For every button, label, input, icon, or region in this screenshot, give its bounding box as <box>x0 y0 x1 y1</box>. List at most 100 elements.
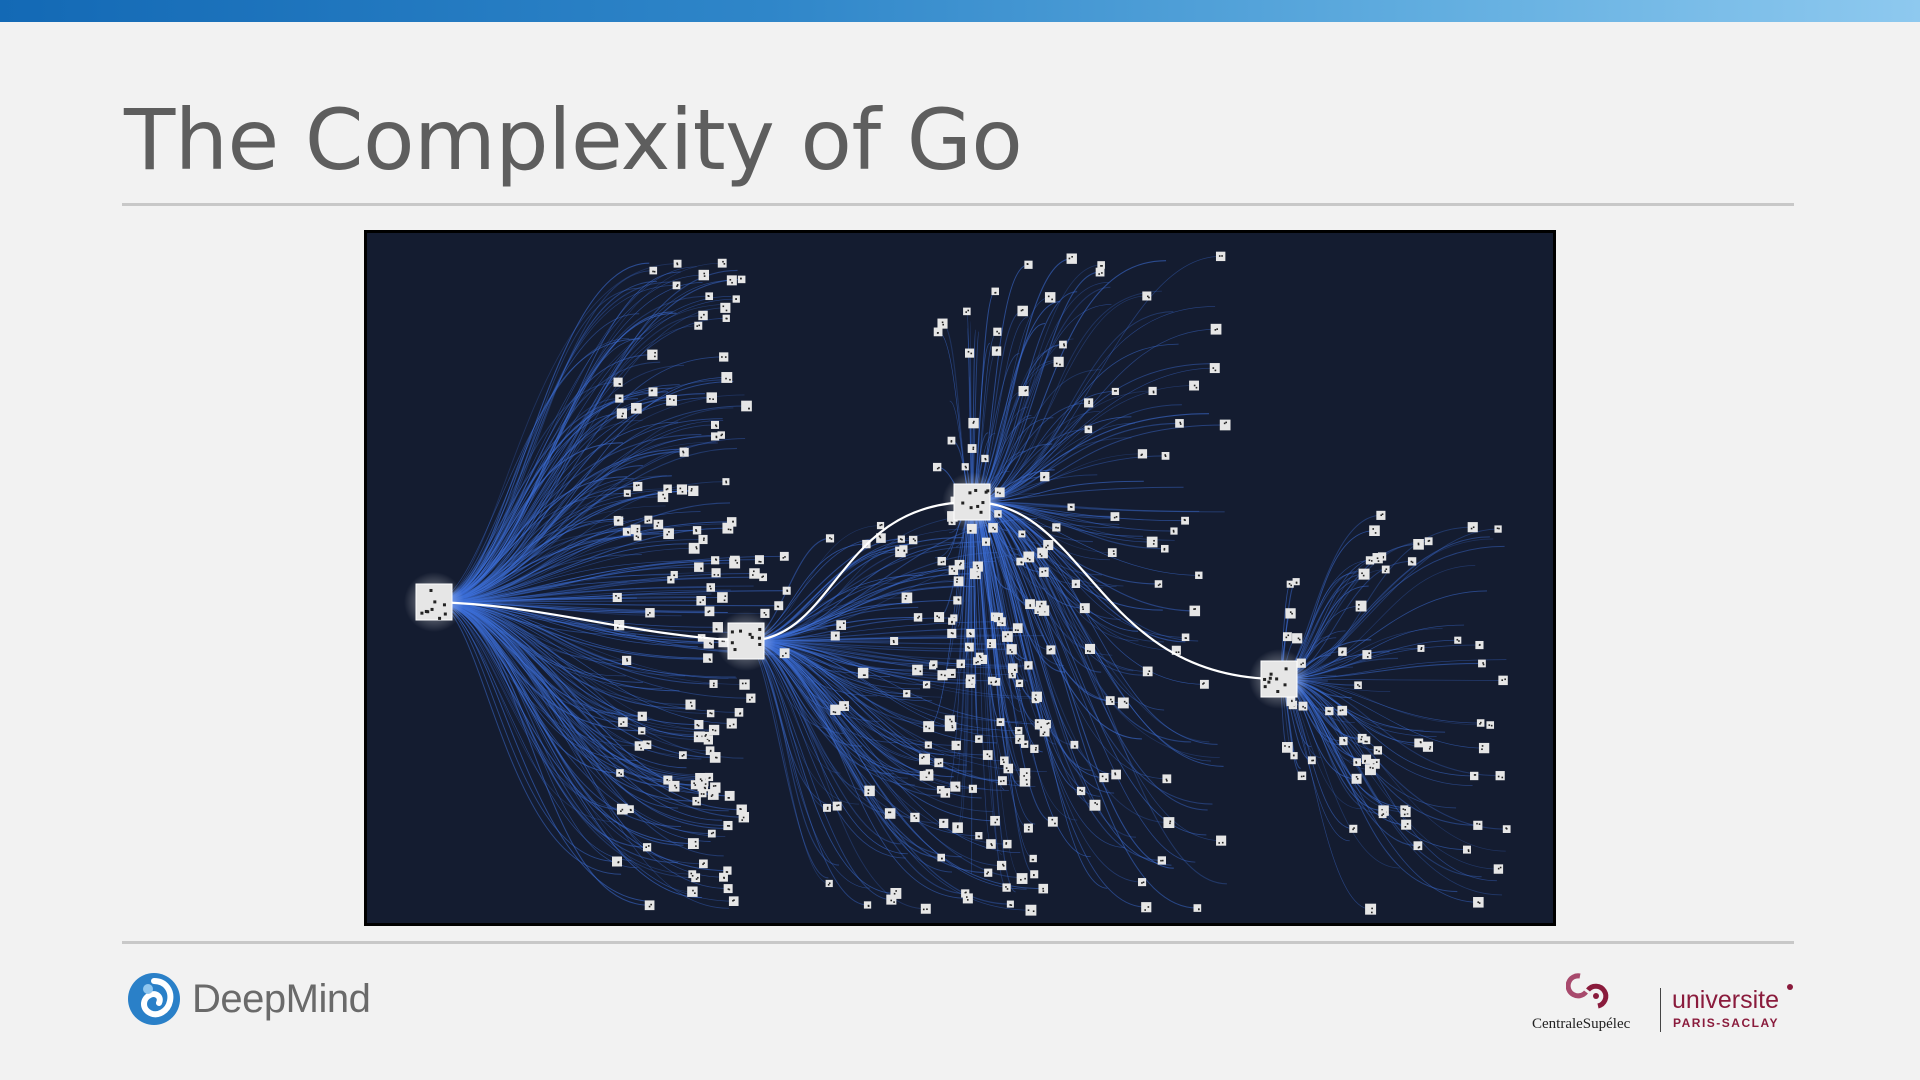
leaf-board <box>984 868 993 877</box>
leaf-board <box>1353 758 1361 766</box>
leaf-board <box>702 731 710 739</box>
leaf-board <box>908 535 918 545</box>
leaf-board <box>1181 516 1189 525</box>
leaf-board <box>698 789 707 798</box>
leaf-board <box>1066 253 1077 264</box>
leaf-board <box>705 292 714 301</box>
leaf-board <box>706 392 717 403</box>
leaf-board <box>966 628 975 638</box>
hub-board-3 <box>953 483 991 521</box>
leaf-board <box>687 838 699 850</box>
leaf-board <box>947 628 957 638</box>
leaf-board <box>1025 599 1035 610</box>
leaf-board <box>729 557 741 569</box>
leaf-board <box>1024 260 1033 269</box>
leaf-board <box>997 776 1007 786</box>
leaf-board <box>734 708 744 717</box>
leaf-board <box>1362 650 1372 660</box>
leaf-board <box>667 576 675 584</box>
leaf-board <box>722 478 730 486</box>
leaf-board <box>1030 744 1039 753</box>
leaf-board <box>645 608 655 618</box>
leaf-board <box>1486 721 1495 729</box>
leaf-board <box>937 556 946 566</box>
leaf-board <box>622 655 632 666</box>
leaf-board <box>1378 810 1387 819</box>
leaf-board <box>825 534 835 543</box>
leaf-board <box>699 859 708 869</box>
leaf-board <box>975 832 983 840</box>
leaf-board <box>638 727 646 735</box>
leaf-board <box>633 481 643 492</box>
leaf-board <box>1467 522 1478 533</box>
leaf-board <box>1003 763 1014 774</box>
leaf-board <box>723 884 733 894</box>
leaf-board <box>1373 746 1383 755</box>
leaf-board <box>679 447 687 455</box>
leaf-board <box>647 349 658 360</box>
leaf-board <box>726 718 737 729</box>
leaf-board <box>741 400 752 412</box>
deepmind-wordmark: DeepMind <box>192 976 371 1021</box>
leaf-board <box>1044 292 1056 303</box>
leaf-board <box>1175 419 1184 428</box>
leaf-board <box>975 652 984 661</box>
leaf-board <box>1002 631 1013 642</box>
leaf-board <box>1023 551 1035 563</box>
leaf-board <box>1495 771 1505 781</box>
leaf-board <box>903 690 911 698</box>
leaf-board <box>1355 600 1367 612</box>
leaf-board <box>933 327 943 337</box>
leaf-board <box>746 693 756 703</box>
leaf-board <box>913 613 923 622</box>
leaf-board <box>698 310 708 321</box>
leaf-board <box>1084 398 1094 408</box>
leaf-board <box>1493 864 1504 874</box>
leaf-board <box>695 772 706 784</box>
leaf-board <box>1148 386 1157 396</box>
leaf-board <box>1209 363 1220 374</box>
leaf-board <box>711 568 721 578</box>
leaf-board <box>937 853 945 862</box>
leaf-board <box>1030 870 1039 879</box>
leaf-board <box>613 515 621 523</box>
leaf-board <box>613 377 623 387</box>
leaf-board <box>672 281 681 290</box>
leaf-board <box>616 408 627 419</box>
leaf-board <box>1376 510 1386 520</box>
leaf-board <box>839 701 849 711</box>
leaf-board <box>688 870 697 879</box>
leaf-board <box>728 896 739 906</box>
leaf-board <box>1076 786 1086 796</box>
leaf-board <box>863 901 872 909</box>
leaf-board <box>1110 512 1120 521</box>
leaf-board <box>1095 267 1105 277</box>
leaf-board <box>637 711 647 721</box>
leaf-board <box>666 394 677 406</box>
leaf-board <box>992 677 1001 686</box>
leaf-board <box>1023 823 1033 833</box>
go-game-tree-figure <box>364 230 1556 926</box>
leaf-board <box>1006 644 1017 655</box>
leaf-board <box>676 484 688 495</box>
leaf-board <box>1364 764 1376 776</box>
leaf-board <box>1002 883 1011 892</box>
leaf-board <box>719 352 729 362</box>
leaf-board <box>678 751 687 760</box>
leaf-board <box>724 790 735 801</box>
leaf-board <box>1039 567 1049 577</box>
centralesupelec-wordmark: CentraleSupélec <box>1532 1016 1631 1032</box>
leaf-board <box>940 788 951 798</box>
leaf-board <box>618 717 628 727</box>
leaf-board <box>972 561 983 572</box>
leaf-board <box>720 302 731 313</box>
leaf-board <box>779 648 790 659</box>
leaf-board <box>975 735 983 743</box>
leaf-board <box>939 818 949 829</box>
leaf-board <box>1381 565 1390 574</box>
leaf-board <box>1154 580 1163 588</box>
leaf-board <box>982 750 993 760</box>
leaf-board <box>1282 632 1292 642</box>
leaf-board <box>1189 380 1199 391</box>
leaf-board <box>946 668 956 678</box>
